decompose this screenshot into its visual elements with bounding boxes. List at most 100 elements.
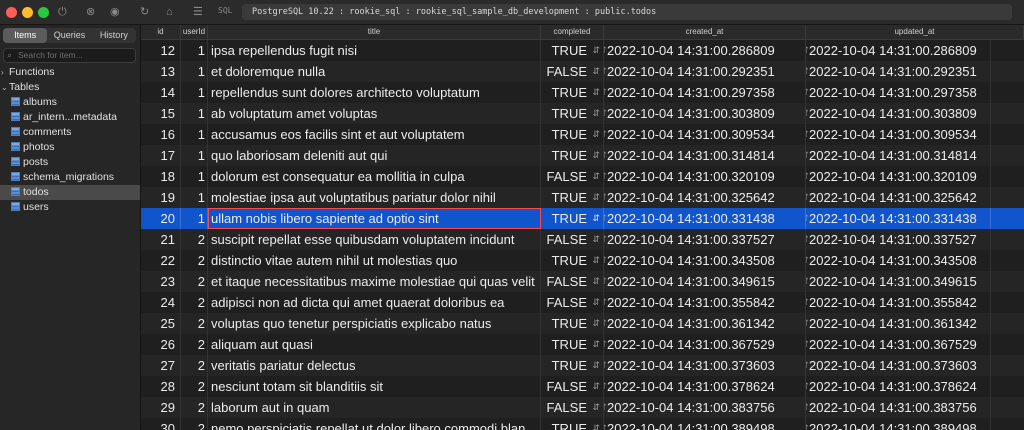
stepper-icon[interactable]: ⇵ [592, 103, 600, 124]
eye-icon[interactable]: ◉ [110, 5, 120, 19]
table-row[interactable]: 22 2 distinctio vitae autem nihil ut moles… [141, 250, 1024, 271]
tab-queries[interactable]: Queries [47, 28, 91, 43]
stepper-icon[interactable]: ⇵ [592, 82, 600, 103]
cell-completed[interactable]: TRUE ⇵ [541, 82, 604, 103]
table-row[interactable]: 171quo laboriosam deleniti aut quiTRUE⇵⇵… [141, 145, 1024, 166]
table-row[interactable]: 18 1 dolorum est consequatur ea mollitia i… [141, 166, 1024, 187]
cell-id[interactable]: 19 [141, 187, 181, 208]
cell-completed[interactable]: FALSE ⇵ [541, 61, 604, 82]
stepper-icon[interactable]: ⇵ [592, 313, 600, 334]
cell-created-at[interactable]: ⇵2022-10-04 14:31:00.355842 [604, 292, 806, 313]
cell-completed[interactable]: TRUE ⇵ [541, 208, 604, 229]
stepper-icon[interactable]: ⇵ [592, 187, 600, 208]
cell-created-at[interactable]: ⇵2022-10-04 14:31:00.297358 [604, 82, 806, 103]
cell-completed[interactable]: TRUE ⇵ [541, 145, 604, 166]
cell-updated-at[interactable]: ⇵2022-10-04 14:31:00.343508 [806, 250, 991, 271]
cell-title[interactable]: suscipit repellat esse quibusdam volupta… [208, 229, 541, 250]
stepper-icon[interactable]: ⇵ [806, 145, 809, 166]
stepper-icon[interactable]: ⇵ [806, 208, 809, 229]
cell-userid[interactable]: 2 [181, 271, 208, 292]
table-row[interactable]: 19 1 molestiae ipsa aut voluptatibus paria… [141, 187, 1024, 208]
cell-updated-at[interactable]: ⇵2022-10-04 14:31:00.361342 [806, 313, 991, 334]
stepper-icon[interactable]: ⇵ [604, 355, 607, 376]
cell-updated-at[interactable]: ⇵2022-10-04 14:31:00.303809 [806, 103, 991, 124]
sidebar-item-table[interactable]: photos [0, 140, 140, 155]
cell-created-at[interactable]: ⇵2022-10-04 14:31:00.325642 [604, 187, 806, 208]
cell-title[interactable]: adipisci non ad dicta qui amet quaerat d… [208, 292, 541, 313]
column-header-id[interactable]: id [141, 25, 181, 39]
stepper-icon[interactable]: ⇵ [604, 187, 607, 208]
cell-id[interactable]: 27 [141, 355, 181, 376]
stepper-icon[interactable]: ⇵ [806, 82, 809, 103]
close-window-button[interactable] [6, 7, 17, 18]
stepper-icon[interactable]: ⇵ [592, 334, 600, 355]
cell-created-at[interactable]: ⇵2022-10-04 14:31:00.383756 [604, 397, 806, 418]
cell-id[interactable]: 25 [141, 313, 181, 334]
table-row[interactable]: 131et doloremque nullaFALSE⇵⇵2022-10-04 … [141, 61, 1024, 82]
cell-id[interactable]: 21 [141, 229, 181, 250]
cell-title[interactable]: nesciunt totam sit blanditiis sit [208, 376, 541, 397]
column-header-title[interactable]: title [208, 25, 541, 39]
cell-completed[interactable]: TRUE ⇵ [541, 355, 604, 376]
cell-created-at[interactable]: ⇵2022-10-04 14:31:00.286809 [604, 40, 806, 61]
cell-title[interactable]: ipsa repellendus fugit nisi [208, 40, 541, 61]
table-row[interactable]: 262aliquam aut quasiTRUE⇵⇵2022-10-04 14:… [141, 334, 1024, 355]
sidebar-item-table[interactable]: ar_intern...metadata [0, 110, 140, 125]
cell-id[interactable]: 14 [141, 82, 181, 103]
cell-updated-at[interactable]: ⇵2022-10-04 14:31:00.367529 [806, 334, 991, 355]
cell-title[interactable]: veritatis pariatur delectus [208, 355, 541, 376]
sidebar-item-table[interactable]: comments [0, 125, 140, 140]
cell-userid[interactable]: 2 [181, 250, 208, 271]
cell-title[interactable]: dolorum est consequatur ea mollitia in c… [208, 166, 541, 187]
table-row[interactable]: 121ipsa repellendus fugit nisiTRUE⇵⇵2022… [141, 40, 1024, 61]
cell-completed[interactable]: TRUE ⇵ [541, 103, 604, 124]
stepper-icon[interactable]: ⇵ [604, 82, 607, 103]
table-row[interactable]: 23 2 et itaque necessitatibus maxime moles… [141, 271, 1024, 292]
cell-id[interactable]: 28 [141, 376, 181, 397]
cell-id[interactable]: 12 [141, 40, 181, 61]
stepper-icon[interactable]: ⇵ [592, 271, 600, 292]
stepper-icon[interactable]: ⇵ [806, 418, 809, 430]
table-row[interactable]: 30 2 nemo perspiciatis repellat ut dolor l… [141, 418, 1024, 430]
cell-completed[interactable]: FALSE ⇵ [541, 271, 604, 292]
sidebar-item-table[interactable]: schema_migrations [0, 170, 140, 185]
cell-userid[interactable]: 1 [181, 124, 208, 145]
cell-userid[interactable]: 1 [181, 40, 208, 61]
cell-userid[interactable]: 2 [181, 376, 208, 397]
search-input[interactable]: ⌕ Search for item... [3, 48, 136, 63]
cell-id[interactable]: 16 [141, 124, 181, 145]
cell-created-at[interactable]: ⇵2022-10-04 14:31:00.292351 [604, 61, 806, 82]
cell-updated-at[interactable]: ⇵2022-10-04 14:31:00.320109 [806, 166, 991, 187]
cell-created-at[interactable]: ⇵2022-10-04 14:31:00.320109 [604, 166, 806, 187]
stepper-icon[interactable]: ⇵ [604, 292, 607, 313]
cell-userid[interactable]: 2 [181, 292, 208, 313]
cell-id[interactable]: 13 [141, 61, 181, 82]
cell-updated-at[interactable]: ⇵2022-10-04 14:31:00.292351 [806, 61, 991, 82]
sidebar-group-tables[interactable]: ⌄Tables [0, 80, 140, 95]
cell-userid[interactable]: 1 [181, 208, 208, 229]
sidebar-item-table[interactable]: albums [0, 95, 140, 110]
stepper-icon[interactable]: ⇵ [806, 250, 809, 271]
cell-id[interactable]: 24 [141, 292, 181, 313]
sidebar-item-table[interactable]: users [0, 200, 140, 215]
cell-userid[interactable]: 1 [181, 61, 208, 82]
cell-completed[interactable]: FALSE ⇵ [541, 292, 604, 313]
cell-completed[interactable]: FALSE ⇵ [541, 397, 604, 418]
cell-completed[interactable]: FALSE ⇵ [541, 229, 604, 250]
stepper-icon[interactable]: ⇵ [592, 355, 600, 376]
cell-updated-at[interactable]: ⇵2022-10-04 14:31:00.331438 [806, 208, 991, 229]
cell-id[interactable]: 17 [141, 145, 181, 166]
stepper-icon[interactable]: ⇵ [604, 334, 607, 355]
cell-updated-at[interactable]: ⇵2022-10-04 14:31:00.373603 [806, 355, 991, 376]
cell-userid[interactable]: 2 [181, 229, 208, 250]
table-row[interactable]: 24 2 adipisci non ad dicta qui amet quaera… [141, 292, 1024, 313]
cell-updated-at[interactable]: ⇵2022-10-04 14:31:00.309534 [806, 124, 991, 145]
stepper-icon[interactable]: ⇵ [806, 61, 809, 82]
cell-updated-at[interactable]: ⇵2022-10-04 14:31:00.355842 [806, 292, 991, 313]
cell-userid[interactable]: 1 [181, 166, 208, 187]
stepper-icon[interactable]: ⇵ [604, 61, 607, 82]
stepper-icon[interactable]: ⇵ [806, 376, 809, 397]
cell-completed[interactable]: TRUE ⇵ [541, 187, 604, 208]
cell-userid[interactable]: 1 [181, 103, 208, 124]
cell-completed[interactable]: TRUE ⇵ [541, 418, 604, 430]
